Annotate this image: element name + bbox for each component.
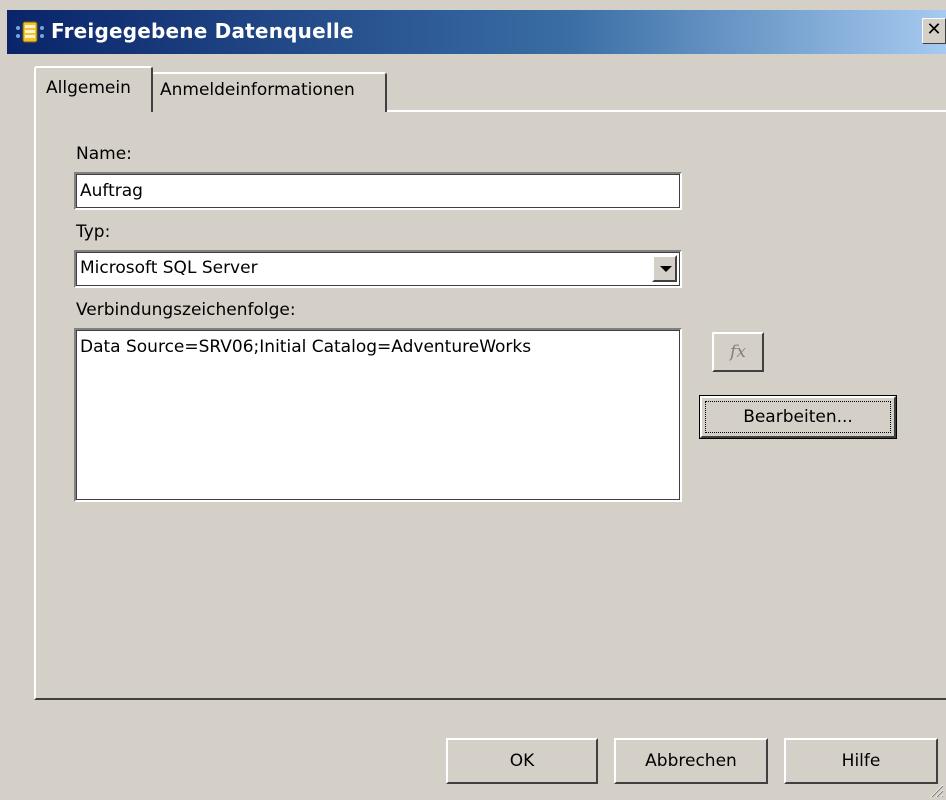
ok-button[interactable]: OK [446, 738, 598, 784]
type-select-value: Microsoft SQL Server [80, 258, 258, 278]
ok-button-label: OK [509, 751, 535, 771]
close-icon: ✕ [926, 19, 942, 40]
title-bar[interactable]: Freigegebene Datenquelle ✕ [7, 10, 946, 54]
cancel-button[interactable]: Abbrechen [614, 738, 768, 784]
tab-allgemein[interactable]: Allgemein [34, 66, 153, 112]
tab-anmeldeinformationen[interactable]: Anmeldeinformationen [152, 72, 387, 112]
cancel-button-label: Abbrechen [645, 751, 737, 771]
focus-indicator [705, 401, 891, 433]
type-label: Typ: [76, 222, 111, 242]
expression-button[interactable]: fx [712, 332, 764, 372]
name-input[interactable] [80, 178, 670, 204]
fx-icon: fx [730, 342, 746, 362]
connection-string-label: Verbindungszeichenfolge: [76, 300, 296, 320]
help-button-label: Hilfe [841, 751, 881, 771]
chevron-down-icon [660, 266, 672, 272]
window-title: Freigegebene Datenquelle [51, 19, 354, 43]
edit-button[interactable]: Bearbeiten... [699, 395, 897, 439]
close-button[interactable]: ✕ [922, 18, 946, 44]
tab-panel-allgemein: Name: Typ: Microsoft SQL Server Verbindu… [34, 110, 946, 700]
type-select[interactable]: Microsoft SQL Server [74, 250, 682, 288]
name-field-frame [74, 172, 682, 210]
resize-grip-icon[interactable] [928, 782, 944, 798]
name-label: Name: [76, 144, 132, 164]
tab-label: Anmeldeinformationen [160, 80, 355, 100]
tab-label: Allgemein [46, 78, 131, 98]
help-button[interactable]: Hilfe [784, 738, 938, 784]
connection-string-textarea[interactable]: Data Source=SRV06;Initial Catalog=Advent… [80, 336, 670, 491]
connection-string-frame: Data Source=SRV06;Initial Catalog=Advent… [74, 328, 682, 502]
dropdown-button[interactable] [652, 255, 677, 282]
data-source-icon [16, 21, 44, 43]
dialog-window: Freigegebene Datenquelle ✕ Allgemein Anm… [0, 0, 946, 800]
